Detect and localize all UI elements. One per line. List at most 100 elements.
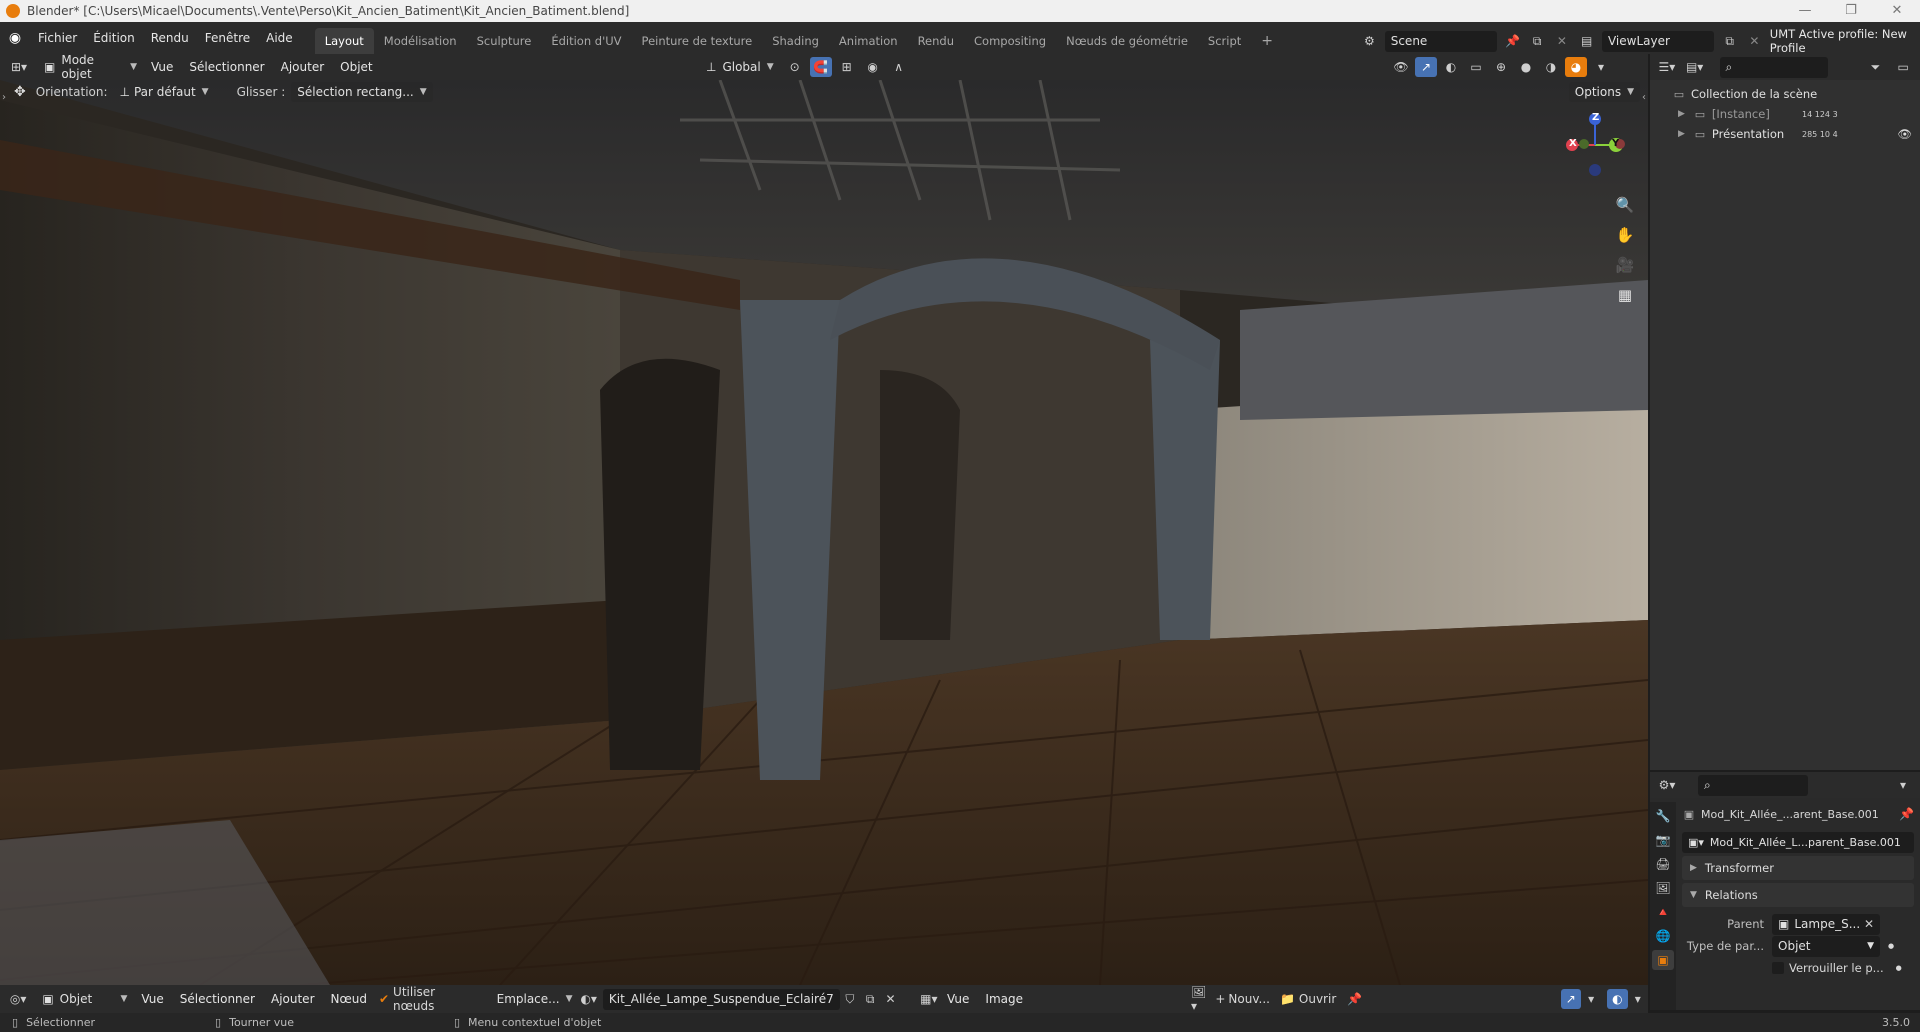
toolbar-expand-icon[interactable]: ›: [2, 92, 6, 103]
viewport-scene-render[interactable]: [0, 80, 1648, 985]
eye-icon[interactable]: 👁: [1897, 127, 1912, 141]
gizmo-toggle-icon[interactable]: ↗: [1415, 57, 1437, 77]
shading-options-icon[interactable]: ▾: [1590, 57, 1612, 77]
visibility-icon[interactable]: 👁: [1390, 57, 1412, 77]
view-layer-selector[interactable]: ViewLayer: [1601, 30, 1715, 52]
fake-user-shield-icon[interactable]: ⛉: [840, 989, 860, 1009]
pin-scene-icon[interactable]: 📌: [1503, 31, 1522, 51]
relations-panel-header[interactable]: ▼ Relations: [1682, 883, 1914, 907]
lock-parent-checkbox[interactable]: [1772, 962, 1784, 974]
minimize-button[interactable]: —: [1782, 0, 1828, 22]
add-workspace-button[interactable]: +: [1251, 28, 1283, 54]
pivot-point-icon[interactable]: ⊙: [784, 57, 806, 77]
navigation-gizmo[interactable]: X Y Z: [1560, 110, 1630, 180]
view-layer-icon[interactable]: ▤: [1577, 31, 1596, 51]
image-gizmo-icon[interactable]: ↗: [1560, 989, 1581, 1009]
shader-editor-type-icon[interactable]: ◎▾: [8, 989, 28, 1009]
new-scene-icon[interactable]: ⧉: [1528, 31, 1547, 51]
new-view-layer-icon[interactable]: ⧉: [1720, 31, 1739, 51]
tool-tab-icon[interactable]: 🔧: [1652, 806, 1674, 826]
menu-aide[interactable]: Aide: [258, 22, 301, 54]
material-name-field[interactable]: Kit_Allée_Lampe_Suspendue_Eclairé 7: [602, 988, 840, 1010]
editor-type-icon[interactable]: ⊞▾: [8, 57, 30, 77]
node-menu-ajouter[interactable]: Ajouter: [263, 985, 323, 1013]
snap-toggle-icon[interactable]: 🧲: [809, 57, 832, 77]
tab-peinture-texture[interactable]: Peinture de texture: [632, 28, 763, 54]
maximize-button[interactable]: ❐: [1828, 0, 1874, 22]
image-gizmo-dropdown-icon[interactable]: ▾: [1581, 989, 1601, 1009]
options-dropdown[interactable]: Options ▼: [1568, 82, 1640, 102]
tab-shading[interactable]: Shading: [762, 28, 829, 54]
clear-icon[interactable]: ✕: [1864, 917, 1874, 931]
material-user-count[interactable]: 7: [826, 992, 834, 1006]
material-slot-dropdown[interactable]: Emplace... ▼: [491, 989, 579, 1009]
rendered-shading-icon[interactable]: ◕: [1565, 57, 1587, 77]
material-shading-icon[interactable]: ◑: [1540, 57, 1562, 77]
tab-sculpture[interactable]: Sculpture: [467, 28, 542, 54]
object-name-field[interactable]: ▣▾ Mod_Kit_Allée_L...parent_Base.001: [1682, 832, 1914, 853]
tab-script[interactable]: Script: [1198, 28, 1251, 54]
node-menu-selectionner[interactable]: Sélectionner: [172, 985, 263, 1013]
vp-menu-vue[interactable]: Vue: [143, 51, 181, 83]
parent-type-dropdown[interactable]: Objet ▼: [1772, 935, 1880, 957]
drag-selection-dropdown[interactable]: Sélection rectang... ▼: [291, 82, 433, 102]
vp-menu-objet[interactable]: Objet: [332, 51, 380, 83]
pan-view-icon[interactable]: ✋: [1612, 222, 1638, 248]
outliner-row-instance[interactable]: ▶ ▭ [Instance] 14 124 3: [1650, 104, 1920, 124]
tab-modelisation[interactable]: Modélisation: [374, 28, 467, 54]
transform-panel-header[interactable]: ▶ Transformer: [1682, 856, 1914, 880]
move-tool-icon[interactable]: ✥: [14, 84, 26, 100]
shader-type-dropdown[interactable]: ▣ Objet ▼: [36, 989, 133, 1009]
tab-compositing[interactable]: Compositing: [964, 28, 1056, 54]
object-tab-icon[interactable]: ▣: [1652, 950, 1674, 970]
render-tab-icon[interactable]: 📷: [1652, 830, 1674, 850]
solid-shading-icon[interactable]: ●: [1515, 57, 1537, 77]
falloff-icon[interactable]: ∧: [888, 57, 910, 77]
scene-tab-icon[interactable]: 🔺: [1652, 902, 1674, 922]
scene-selector[interactable]: Scene: [1384, 30, 1498, 52]
vp-menu-ajouter[interactable]: Ajouter: [273, 51, 333, 83]
image-editor-type-icon[interactable]: ▦▾: [919, 989, 939, 1009]
proportional-edit-icon[interactable]: ◉: [862, 57, 884, 77]
mode-selector[interactable]: ▣ Mode objet ▼: [38, 53, 143, 81]
pin-icon[interactable]: 📌: [1899, 807, 1914, 821]
image-menu-vue[interactable]: Vue: [939, 985, 977, 1013]
wireframe-shading-icon[interactable]: ⊕: [1490, 57, 1512, 77]
sidebar-expand-icon[interactable]: ‹: [1642, 92, 1646, 103]
menu-fenetre[interactable]: Fenêtre: [197, 22, 258, 54]
properties-search-input[interactable]: ⌕: [1698, 774, 1808, 796]
outliner-search-input[interactable]: ⌕: [1719, 56, 1829, 78]
overlays-icon[interactable]: ◐: [1440, 57, 1462, 77]
node-menu-noeud[interactable]: Nœud: [323, 985, 375, 1013]
zoom-view-icon[interactable]: 🔍: [1612, 192, 1638, 218]
vp-menu-selectionner[interactable]: Sélectionner: [181, 51, 272, 83]
image-overlay-icon[interactable]: ◐: [1607, 989, 1628, 1009]
keyframe-dot-icon[interactable]: ●: [1896, 964, 1902, 972]
filter-icon[interactable]: ⏷: [1864, 57, 1886, 77]
expand-arrow-icon[interactable]: ▶: [1678, 129, 1685, 139]
image-overlay-dropdown-icon[interactable]: ▾: [1628, 989, 1648, 1009]
tab-edition-uv[interactable]: Édition d'UV: [541, 28, 631, 54]
delete-view-layer-icon[interactable]: ✕: [1745, 31, 1764, 51]
duplicate-material-icon[interactable]: ⧉: [860, 989, 880, 1009]
close-window-button[interactable]: ✕: [1874, 0, 1920, 22]
material-browse-icon[interactable]: ◐▾: [579, 989, 599, 1009]
xray-icon[interactable]: ▭: [1465, 57, 1487, 77]
menu-edition[interactable]: Édition: [85, 22, 143, 54]
blender-menu-icon[interactable]: ◉: [0, 30, 30, 46]
properties-editor-type-icon[interactable]: ⚙▾: [1656, 775, 1678, 795]
output-tab-icon[interactable]: 🖨: [1652, 854, 1674, 874]
properties-options-icon[interactable]: ▾: [1892, 775, 1914, 795]
delete-scene-icon[interactable]: ✕: [1553, 31, 1572, 51]
pin-image-icon[interactable]: 📌: [1344, 989, 1364, 1009]
camera-view-icon[interactable]: 🎥: [1612, 252, 1638, 278]
scene-icon[interactable]: ⚙: [1360, 31, 1379, 51]
keyframe-dot-icon[interactable]: ●: [1888, 942, 1894, 950]
tab-noeuds-geometrie[interactable]: Nœuds de géométrie: [1056, 28, 1198, 54]
image-browse-icon[interactable]: 🖼▾: [1191, 985, 1211, 1013]
tab-animation[interactable]: Animation: [829, 28, 908, 54]
orientation-dropdown[interactable]: ⊥ Par défaut ▼: [114, 82, 215, 102]
3d-viewport[interactable]: ✥ Orientation: ⊥ Par défaut ▼ Glisser : S…: [0, 80, 1648, 985]
unlink-material-icon[interactable]: ✕: [880, 989, 900, 1009]
tab-rendu[interactable]: Rendu: [908, 28, 964, 54]
